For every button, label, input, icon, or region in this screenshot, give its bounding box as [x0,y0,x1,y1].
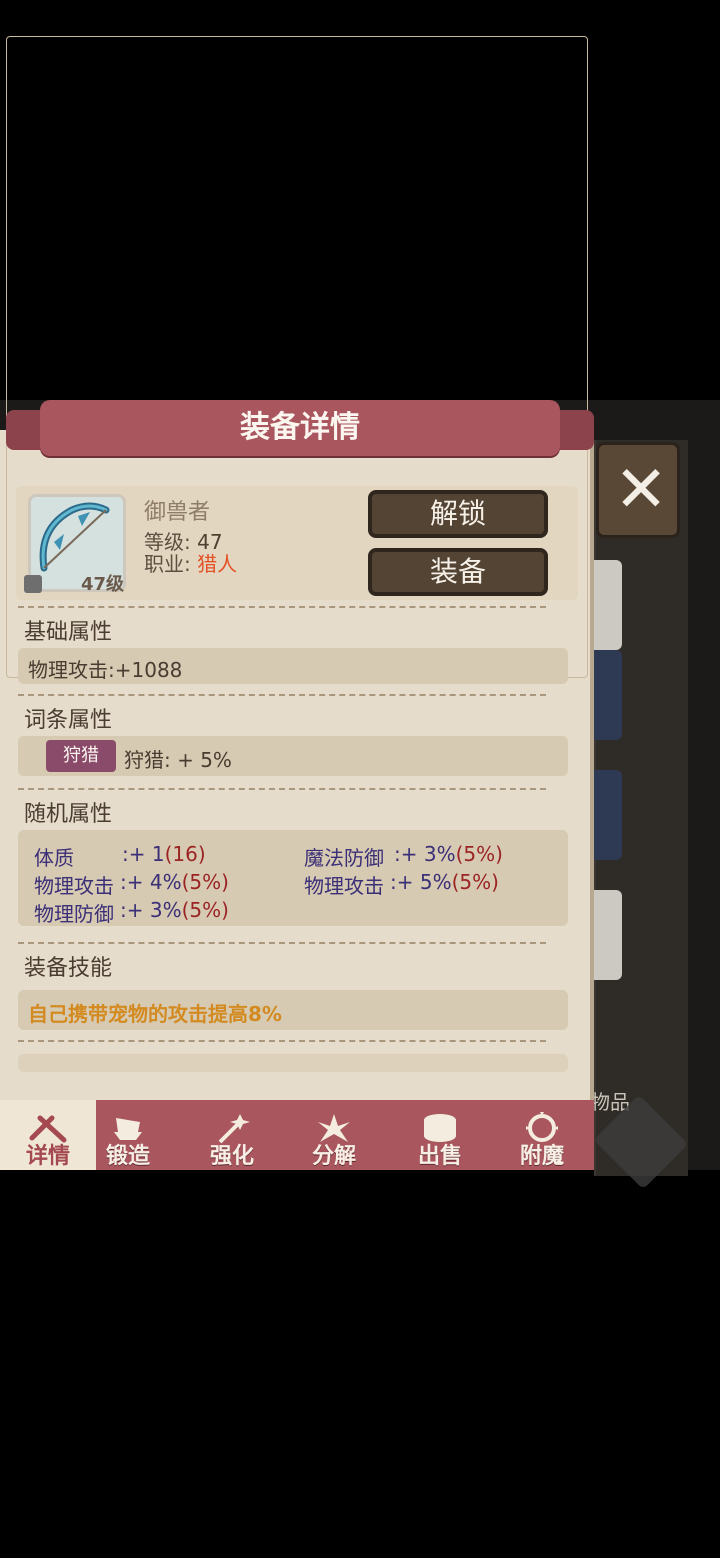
tab-decompose[interactable]: 分解 [286,1100,382,1170]
lock-icon [24,575,42,593]
background-item-2 [594,650,622,740]
divider [18,942,546,944]
equipment-level-badge: 47级 [80,574,124,595]
random-stat-name: 体质 [34,846,74,870]
random-stat-value: :+ 3%(5%) [120,898,229,922]
divider [18,694,546,696]
base-attribute-value: 物理攻击:+1088 [28,658,183,682]
class-label: 职业: [144,552,191,576]
close-button[interactable]: ✕ [596,442,680,538]
tab-label: 附魔 [519,1144,564,1169]
equipment-skill-title: 装备技能 [24,956,113,981]
tab-enchant[interactable]: 附魔 [494,1100,590,1170]
random-stat-name: 物理防御 [34,902,114,926]
scroll-overflow-row [18,1054,568,1072]
background-item-1 [594,560,622,650]
background-item-3 [594,770,622,860]
tab-label: 分解 [311,1144,356,1169]
random-stat-name: 物理攻击 [34,874,114,898]
affix-value: 狩猎: + 5% [124,748,232,772]
panel-title: 装备详情 [240,410,360,445]
background-item-4 [594,890,622,980]
unlock-button[interactable]: 解锁 [368,490,548,538]
tab-enhance[interactable]: 强化 [184,1100,280,1170]
equipment-name: 御兽者 [144,500,211,525]
random-stat-value: :+ 5%(5%) [390,870,499,894]
affix-tag: 狩猎 [46,740,116,772]
equipment-skill-value: 自己携带宠物的攻击提高8% [28,1002,282,1026]
tab-sell[interactable]: 出售 [392,1100,488,1170]
tab-label: 锻造 [105,1144,150,1169]
random-stat-name: 物理攻击 [304,874,384,898]
affix-attributes-title: 词条属性 [24,708,113,733]
random-stat-value: :+ 3%(5%) [394,842,503,866]
tab-forge[interactable]: 锻造 [80,1100,176,1170]
equip-button[interactable]: 装备 [368,548,548,596]
random-stat-name: 魔法防御 [304,846,384,870]
random-stat-value: :+ 4%(5%) [120,870,229,894]
equipment-class-row: 职业: 猎人 [144,548,237,577]
divider [18,606,546,608]
tab-label: 出售 [417,1144,462,1169]
divider [18,788,546,790]
divider [18,1040,546,1042]
random-stat-value: :+ 1(16) [122,842,206,866]
close-icon: ✕ [614,453,668,527]
tab-label: 强化 [209,1144,254,1169]
class-value: 猎人 [197,552,238,576]
base-attributes-title: 基础属性 [24,620,113,645]
random-attributes-title: 随机属性 [24,802,113,827]
